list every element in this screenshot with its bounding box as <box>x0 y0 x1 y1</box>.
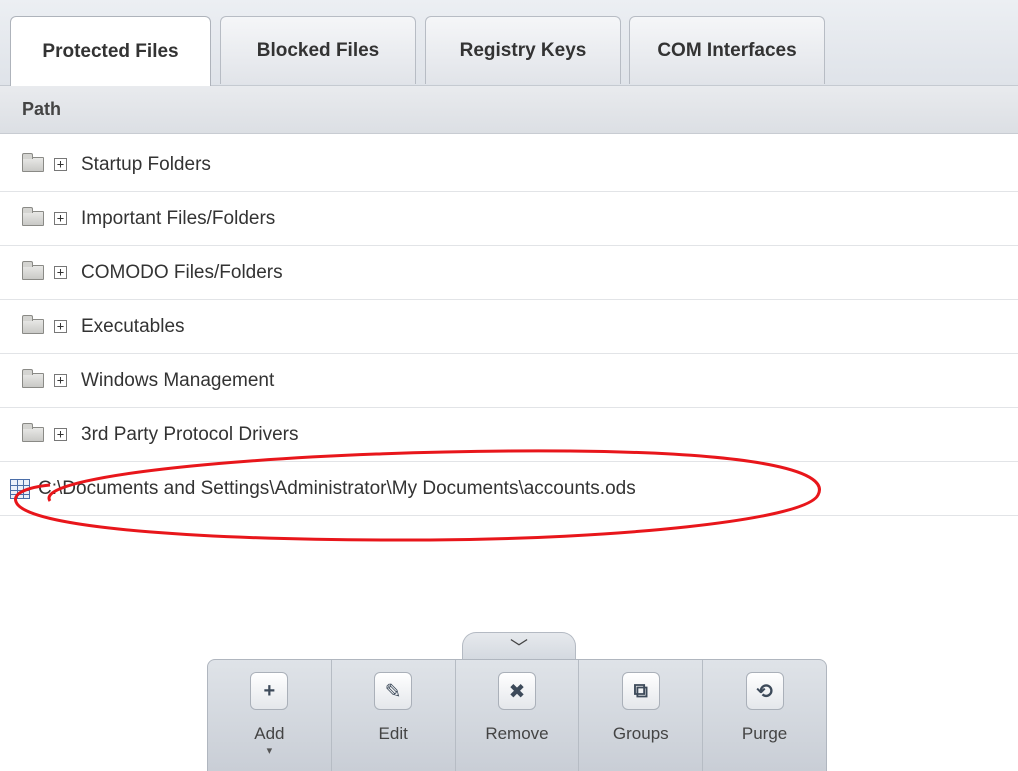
action-toolbar: + Add ▾ ✎ Edit ✖ Remove ⧉ Groups ⟲ Purge <box>207 659 827 771</box>
folder-icon <box>22 153 44 172</box>
tab-bar: Protected Files Blocked Files Registry K… <box>0 0 1018 86</box>
expand-icon[interactable]: + <box>54 266 67 279</box>
groups-icon: ⧉ <box>621 672 660 710</box>
expand-icon[interactable]: + <box>54 212 67 225</box>
folder-icon <box>22 261 44 280</box>
purge-button[interactable]: ⟲ Purge <box>703 660 826 771</box>
purge-label: Purge <box>741 724 788 743</box>
group-label: Executables <box>81 315 185 337</box>
group-label: COMODO Files/Folders <box>81 261 283 283</box>
chevron-down-icon: ﹀ <box>510 638 528 658</box>
expand-icon[interactable]: + <box>54 158 67 171</box>
tab-label: Registry Keys <box>459 39 587 61</box>
groups-label: Groups <box>612 724 669 743</box>
expand-icon[interactable]: + <box>54 374 67 387</box>
tab-protected-files[interactable]: Protected Files <box>10 16 211 86</box>
spreadsheet-icon <box>10 478 30 499</box>
plus-icon: + <box>250 672 289 710</box>
group-row[interactable]: + Important Files/Folders <box>0 192 1018 246</box>
add-button[interactable]: + Add ▾ <box>208 660 332 771</box>
remove-label: Remove <box>485 724 549 743</box>
expand-icon[interactable]: + <box>54 428 67 441</box>
refresh-icon: ⟲ <box>745 672 784 710</box>
group-row[interactable]: + 3rd Party Protocol Drivers <box>0 408 1018 462</box>
edit-label: Edit <box>378 724 408 743</box>
file-path: C:\Documents and Settings\Administrator\… <box>38 477 636 499</box>
expand-icon[interactable]: + <box>54 320 67 333</box>
tab-label: Protected Files <box>42 40 179 62</box>
pencil-icon: ✎ <box>374 672 413 710</box>
file-row[interactable]: C:\Documents and Settings\Administrator\… <box>0 462 1018 516</box>
dropdown-caret-icon[interactable]: ▾ <box>267 746 273 757</box>
remove-button[interactable]: ✖ Remove <box>456 660 580 771</box>
edit-button[interactable]: ✎ Edit <box>332 660 456 771</box>
column-header-path[interactable]: Path <box>0 86 1018 134</box>
close-icon: ✖ <box>497 672 536 710</box>
group-row[interactable]: + Startup Folders <box>0 138 1018 192</box>
tab-registry-keys[interactable]: Registry Keys <box>425 16 621 84</box>
folder-icon <box>22 207 44 226</box>
groups-button[interactable]: ⧉ Groups <box>579 660 704 771</box>
toolbar-collapse-handle[interactable]: ﹀ <box>462 632 576 661</box>
column-header-label: Path <box>22 99 62 119</box>
group-row[interactable]: + Executables <box>0 300 1018 354</box>
group-row[interactable]: + Windows Management <box>0 354 1018 408</box>
tab-label: COM Interfaces <box>657 39 797 61</box>
add-label: Add <box>254 724 285 743</box>
group-row[interactable]: + COMODO Files/Folders <box>0 246 1018 300</box>
tab-com-interfaces[interactable]: COM Interfaces <box>629 16 825 84</box>
file-list: + Startup Folders + Important Files/Fold… <box>0 138 1018 516</box>
tab-label: Blocked Files <box>256 39 380 61</box>
tab-blocked-files[interactable]: Blocked Files <box>220 16 416 84</box>
group-label: Startup Folders <box>81 153 211 175</box>
folder-icon <box>22 423 44 442</box>
folder-icon <box>22 315 44 334</box>
group-label: Important Files/Folders <box>81 207 276 229</box>
group-label: 3rd Party Protocol Drivers <box>81 423 299 445</box>
group-label: Windows Management <box>81 369 275 391</box>
folder-icon <box>22 369 44 388</box>
